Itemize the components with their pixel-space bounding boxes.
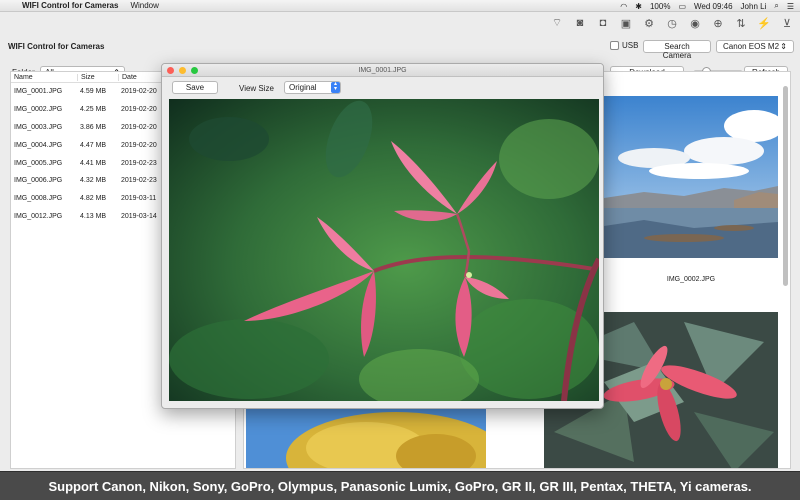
file-name: IMG_0005.JPG xyxy=(14,159,63,167)
view-size-label: View Size xyxy=(239,84,274,93)
record-icon[interactable]: ◉ xyxy=(688,17,702,30)
file-name: IMG_0002.JPG xyxy=(14,106,63,114)
viewer-title: IMG_0001.JPG xyxy=(358,66,407,74)
chevron-updown-icon: ▴ ▾ xyxy=(331,81,340,93)
focus-icon[interactable]: ⊕ xyxy=(711,17,725,30)
file-size: 4.32 MB xyxy=(80,177,107,185)
file-size: 4.25 MB xyxy=(80,106,107,114)
file-size: 4.47 MB xyxy=(80,141,107,149)
file-name: IMG_0006.JPG xyxy=(14,177,63,185)
wifi-icon[interactable]: ◠ xyxy=(620,2,627,11)
image-viewer-window: IMG_0001.JPG Save View Size Original ▴ ▾ xyxy=(161,63,604,409)
usb-label: USB xyxy=(622,41,639,50)
thumbnail-landscape[interactable] xyxy=(604,96,778,258)
viewer-titlebar: IMG_0001.JPG xyxy=(162,64,603,77)
promo-banner: Support Canon, Nikon, Sony, GoPro, Olymp… xyxy=(0,471,800,500)
video-camera-icon[interactable]: ▣ xyxy=(619,17,633,30)
spotlight-icon[interactable]: ⌕ xyxy=(774,1,778,11)
status-area: ◠ ✱ 100% ▭ Wed 09:46 John Li ⌕ ☰ xyxy=(620,0,794,12)
chevron-updown-icon: ⇕ xyxy=(780,42,787,51)
user-name[interactable]: John Li xyxy=(741,2,767,11)
thumbnail-caption: IMG_0002.JPG xyxy=(666,276,716,283)
menu-list-icon[interactable]: ☰ xyxy=(787,2,794,11)
window-title: WIFI Control for Cameras xyxy=(8,42,105,51)
flip-icon[interactable]: ⇅ xyxy=(734,17,748,30)
app-menu[interactable]: WIFI Control for Cameras xyxy=(22,1,118,10)
file-name: IMG_0004.JPG xyxy=(14,141,63,149)
column-name[interactable]: Name xyxy=(11,74,77,81)
camera-select-value: Canon EOS M2 xyxy=(723,42,780,51)
file-size: 4.59 MB xyxy=(80,88,107,96)
usb-toggle[interactable]: USB xyxy=(610,41,638,50)
wifi-camera-icon[interactable]: ⌔ xyxy=(550,16,564,30)
no-flash-icon[interactable]: ⚡ xyxy=(757,17,771,30)
file-name: IMG_0012.JPG xyxy=(14,212,63,220)
view-size-select[interactable]: Original ▴ ▾ xyxy=(284,81,341,94)
thumbnail-yellow-tree[interactable] xyxy=(246,408,486,469)
timer-icon[interactable]: ◷ xyxy=(665,17,679,30)
file-name: IMG_0003.JPG xyxy=(14,123,63,131)
file-size: 3.86 MB xyxy=(80,123,107,131)
file-name: IMG_0008.JPG xyxy=(14,195,63,203)
window-menu[interactable]: Window xyxy=(130,1,158,10)
menu-bar: WIFI Control for Cameras Window ◠ ✱ 100%… xyxy=(0,0,800,12)
camera-icon[interactable]: ◙ xyxy=(573,17,587,29)
search-camera-button[interactable]: Search Camera xyxy=(643,40,711,60)
file-size: 4.82 MB xyxy=(80,195,107,203)
bluetooth-icon[interactable]: ✱ xyxy=(635,2,642,11)
camera-select[interactable]: Canon EOS M2 ⇕ xyxy=(716,40,794,53)
viewer-toolbar: Save View Size Original ▴ ▾ xyxy=(162,77,603,97)
file-name: IMG_0001.JPG xyxy=(14,88,63,96)
cart-icon[interactable]: ⊻ xyxy=(780,17,794,30)
clock[interactable]: Wed 09:46 xyxy=(694,2,733,11)
usb-checkbox[interactable] xyxy=(610,41,619,50)
file-size: 4.13 MB xyxy=(80,212,107,220)
settings-icon[interactable]: ⚙ xyxy=(642,17,656,30)
battery-icon[interactable]: ▭ xyxy=(678,2,686,11)
view-size-value: Original xyxy=(289,83,317,92)
column-size[interactable]: Size xyxy=(77,73,118,81)
grid-scrollbar[interactable] xyxy=(783,86,788,286)
full-size-image xyxy=(169,99,599,401)
file-size: 4.41 MB xyxy=(80,159,107,167)
save-button[interactable]: Save xyxy=(172,81,218,94)
photo-camera-icon[interactable]: ◘ xyxy=(596,17,610,29)
camera-toolbar: ⌔ ◙ ◘ ▣ ⚙ ◷ ◉ ⊕ ⇅ ⚡ ⊻ xyxy=(550,14,794,32)
battery-percent[interactable]: 100% xyxy=(650,2,670,11)
